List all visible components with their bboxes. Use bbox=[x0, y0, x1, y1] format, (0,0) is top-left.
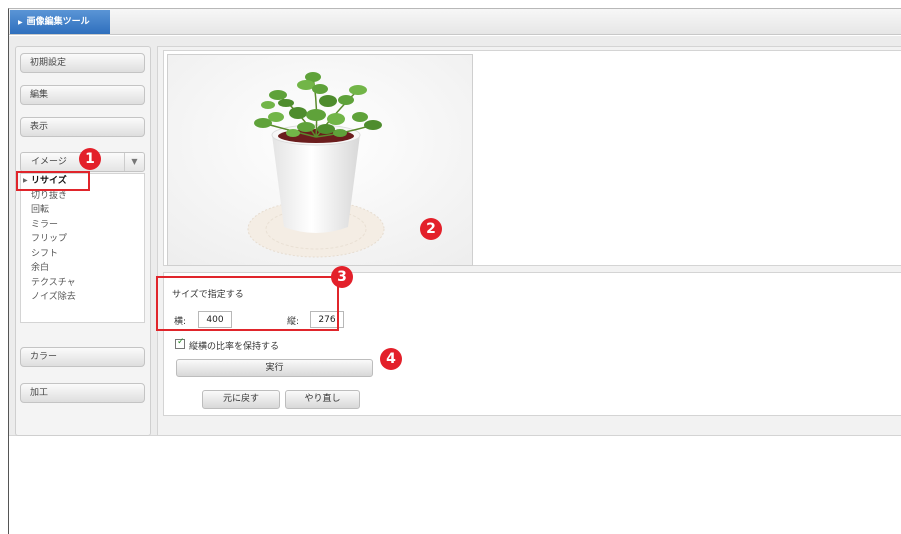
badge-3: 3 bbox=[331, 266, 353, 288]
execute-button[interactable]: 実行 bbox=[176, 359, 373, 377]
main-panel: サイズで指定する 横: 縦: ✓ 縦横の比率を保持する 実行 元に戻す やり直し bbox=[157, 46, 901, 436]
checkmark-icon: ✓ bbox=[177, 337, 185, 347]
workspace: 初期設定 編集 表示 イメージ ▼ ▶ リサイズ 切り抜き 回転 ミラー フリップ… bbox=[9, 36, 901, 436]
menu-item-rotate[interactable]: 回転 bbox=[21, 203, 144, 218]
image-menu-list: ▶ リサイズ 切り抜き 回転 ミラー フリップ シフト 余白 テクスチャ ノイズ除… bbox=[20, 173, 145, 323]
menu-item-denoise[interactable]: ノイズ除去 bbox=[21, 290, 144, 305]
title-bar: ▶ 画像編集ツール bbox=[9, 9, 901, 35]
menu-item-texture[interactable]: テクスチャ bbox=[21, 276, 144, 291]
keep-ratio-label: 縦横の比率を保持する bbox=[189, 342, 280, 352]
menu-item-shift[interactable]: シフト bbox=[21, 247, 144, 262]
badge-4: 4 bbox=[380, 348, 402, 370]
effects-button[interactable]: 加工 bbox=[20, 383, 145, 403]
app-window: ▶ 画像編集ツール 初期設定 編集 表示 イメージ ▼ ▶ リサイズ 切り抜き 回転… bbox=[8, 8, 901, 534]
preview-area bbox=[163, 50, 901, 266]
keep-ratio-checkbox[interactable]: ✓ bbox=[175, 337, 185, 349]
color-button[interactable]: カラー bbox=[20, 347, 145, 367]
play-arrow-icon: ▶ bbox=[18, 19, 23, 26]
callout-resize-highlight bbox=[16, 171, 90, 191]
callout-size-highlight bbox=[156, 276, 339, 331]
redo-button[interactable]: やり直し bbox=[285, 390, 360, 409]
badge-2: 2 bbox=[420, 218, 442, 240]
menu-item-mirror[interactable]: ミラー bbox=[21, 218, 144, 233]
app-title-tab[interactable]: ▶ 画像編集ツール bbox=[10, 10, 110, 34]
edit-button[interactable]: 編集 bbox=[20, 85, 145, 105]
menu-item-flip[interactable]: フリップ bbox=[21, 232, 144, 247]
badge-1: 1 bbox=[79, 148, 101, 170]
sidebar: 初期設定 編集 表示 イメージ ▼ ▶ リサイズ 切り抜き 回転 ミラー フリップ… bbox=[15, 46, 151, 436]
menu-item-margin[interactable]: 余白 bbox=[21, 261, 144, 276]
chevron-down-icon[interactable]: ▼ bbox=[124, 153, 144, 171]
undo-button[interactable]: 元に戻す bbox=[202, 390, 280, 409]
image-dropdown-label: イメージ bbox=[31, 157, 67, 167]
view-button[interactable]: 表示 bbox=[20, 117, 145, 137]
app-title: 画像編集ツール bbox=[26, 17, 90, 27]
initial-settings-button[interactable]: 初期設定 bbox=[20, 53, 145, 73]
